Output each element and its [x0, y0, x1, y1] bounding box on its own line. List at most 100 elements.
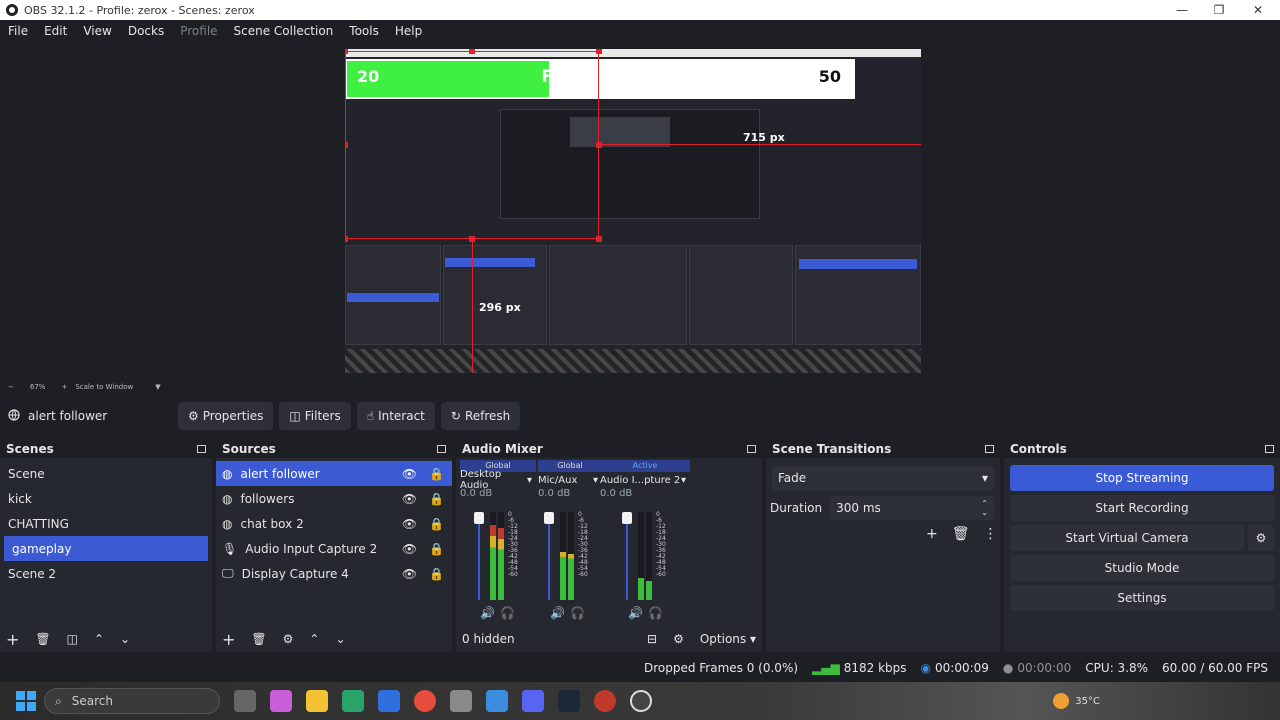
speaker-icon[interactable]: 🔊 [480, 606, 495, 620]
move-down-icon[interactable]: ⌄ [335, 632, 345, 646]
duration-input[interactable]: 300 ms ⌃ ⌄ [830, 496, 994, 520]
resize-handle-l[interactable] [345, 142, 348, 148]
undock-icon[interactable] [747, 445, 756, 453]
resize-handle-tr[interactable] [596, 49, 602, 54]
source-item[interactable]: 🎙 Audio Input Capture 2 👁 🔒 [216, 536, 452, 561]
menu-tools[interactable]: Tools [341, 24, 387, 38]
gear-icon[interactable]: ⚙ [283, 632, 294, 646]
move-up-icon[interactable]: ⌃ [94, 632, 104, 646]
chrome-icon[interactable] [414, 690, 436, 712]
close-button[interactable]: ✕ [1238, 0, 1278, 20]
menu-edit[interactable]: Edit [36, 24, 75, 38]
menu-help[interactable]: Help [387, 24, 430, 38]
speaker-icon[interactable]: 🔊 [628, 606, 643, 620]
source-item-selected[interactable]: ◍ alert follower 👁 🔒 [216, 461, 452, 486]
windows-start-icon[interactable] [16, 691, 36, 711]
add-source-icon[interactable]: + [222, 630, 235, 649]
discord-icon[interactable] [522, 690, 544, 712]
chevron-down-icon[interactable]: ▾ [681, 475, 686, 486]
resize-handle-tl[interactable] [345, 49, 348, 54]
taskbar-search[interactable]: ⌕ Search [44, 688, 220, 714]
lock-icon[interactable]: 🔒 [429, 542, 444, 556]
eye-icon[interactable]: 👁 [402, 567, 417, 581]
studio-mode-button[interactable]: Studio Mode [1010, 555, 1274, 581]
eye-icon[interactable]: 👁 [402, 517, 417, 531]
headphones-icon[interactable]: 🎧 [570, 606, 585, 620]
volume-fader-knob[interactable] [474, 512, 484, 524]
steam-icon[interactable] [558, 690, 580, 712]
stop-streaming-button[interactable]: Stop Streaming [1010, 465, 1274, 491]
resize-handle-r[interactable] [596, 142, 602, 148]
interact-button[interactable]: ☝ Interact [356, 402, 435, 430]
move-up-icon[interactable]: ⌃ [309, 632, 319, 646]
taskview-icon[interactable] [234, 690, 256, 712]
menu-view[interactable]: View [75, 24, 119, 38]
channel-name[interactable]: Desktop Audio ▾ [460, 469, 536, 491]
refresh-button[interactable]: ↻ Refresh [440, 402, 521, 430]
scene-item-selected[interactable]: gameplay [4, 536, 208, 561]
volume-fader-knob[interactable] [622, 512, 632, 524]
start-virtual-camera-button[interactable]: Start Virtual Camera [1010, 525, 1244, 551]
headphones-icon[interactable]: 🎧 [648, 606, 663, 620]
edge-icon[interactable] [342, 690, 364, 712]
minimize-button[interactable]: — [1162, 0, 1202, 20]
trash-icon[interactable]: 🗑 [952, 526, 970, 542]
undock-icon[interactable] [437, 445, 446, 453]
source-item[interactable]: 🖵 Display Capture 4 👁 🔒 [216, 561, 452, 586]
resize-handle-br[interactable] [596, 236, 602, 242]
chevron-down-icon[interactable]: ▾ [593, 475, 598, 486]
zoom-in-button[interactable]: + [61, 383, 67, 391]
scene-item[interactable]: Scene [0, 461, 212, 486]
opera-icon[interactable] [594, 690, 616, 712]
channel-name[interactable]: Audio I...pture 2 ▾ [600, 472, 690, 488]
volume-fader-track[interactable] [478, 512, 480, 600]
lock-icon[interactable]: 🔒 [429, 467, 444, 481]
speaker-icon[interactable]: 🔊 [550, 606, 565, 620]
trash-icon[interactable]: 🗑 [35, 632, 50, 646]
menu-profile[interactable]: Profile [172, 24, 225, 38]
eye-icon[interactable]: 👁 [402, 542, 417, 556]
volume-fader-knob[interactable] [544, 512, 554, 524]
app-icon[interactable] [450, 690, 472, 712]
zoom-out-button[interactable]: − [8, 383, 14, 391]
add-scene-icon[interactable]: + [6, 630, 19, 649]
scene-item[interactable]: CHATTING [0, 511, 212, 536]
more-options-icon[interactable]: ⋮ [984, 526, 998, 542]
obs-taskbar-icon[interactable] [630, 690, 652, 712]
transition-select[interactable]: Fade ▾ [772, 466, 994, 490]
properties-button[interactable]: ⚙ Properties [178, 402, 274, 430]
undock-icon[interactable] [1265, 445, 1274, 453]
lock-icon[interactable]: 🔒 [429, 492, 444, 506]
filter-icon[interactable]: ◫ [67, 632, 78, 646]
virtual-camera-settings-icon[interactable]: ⚙ [1248, 525, 1274, 551]
menu-scene-collection[interactable]: Scene Collection [226, 24, 342, 38]
spinner-icon[interactable]: ⌃ ⌄ [981, 499, 988, 517]
options-button[interactable]: Options ▾ [700, 632, 756, 646]
zoom-icon[interactable] [486, 690, 508, 712]
lock-icon[interactable]: 🔒 [429, 567, 444, 581]
undock-icon[interactable] [197, 445, 206, 453]
resize-handle-bl[interactable] [345, 236, 348, 242]
zoom-mode-chevron-icon[interactable]: ▼ [155, 383, 160, 391]
copilot-icon[interactable] [270, 690, 292, 712]
zoom-mode[interactable]: Scale to Window [75, 383, 133, 391]
advanced-audio-icon[interactable]: ⚙ [673, 632, 684, 646]
menu-file[interactable]: File [0, 24, 36, 38]
resize-handle-t[interactable] [469, 49, 475, 54]
add-transition-icon[interactable]: + [926, 526, 938, 542]
menu-docks[interactable]: Docks [120, 24, 172, 38]
headphones-icon[interactable]: 🎧 [500, 606, 515, 620]
chevron-down-icon[interactable]: ▾ [527, 475, 532, 486]
preview-canvas[interactable]: 20 FOLLOWERS 50 715 px 296 px [345, 49, 921, 373]
volume-fader-track[interactable] [626, 512, 628, 600]
store-icon[interactable] [378, 690, 400, 712]
eye-icon[interactable]: 👁 [402, 467, 417, 481]
source-item[interactable]: ◍ followers 👁 🔒 [216, 486, 452, 511]
lock-icon[interactable]: 🔒 [429, 517, 444, 531]
source-item[interactable]: ◍ chat box 2 👁 🔒 [216, 511, 452, 536]
settings-button[interactable]: Settings [1010, 585, 1274, 611]
weather-widget[interactable]: 35°C [1053, 693, 1100, 709]
filters-button[interactable]: ◫ Filters [279, 402, 351, 430]
scene-item[interactable]: Scene 2 [0, 561, 212, 586]
selection-outline[interactable] [345, 51, 599, 239]
